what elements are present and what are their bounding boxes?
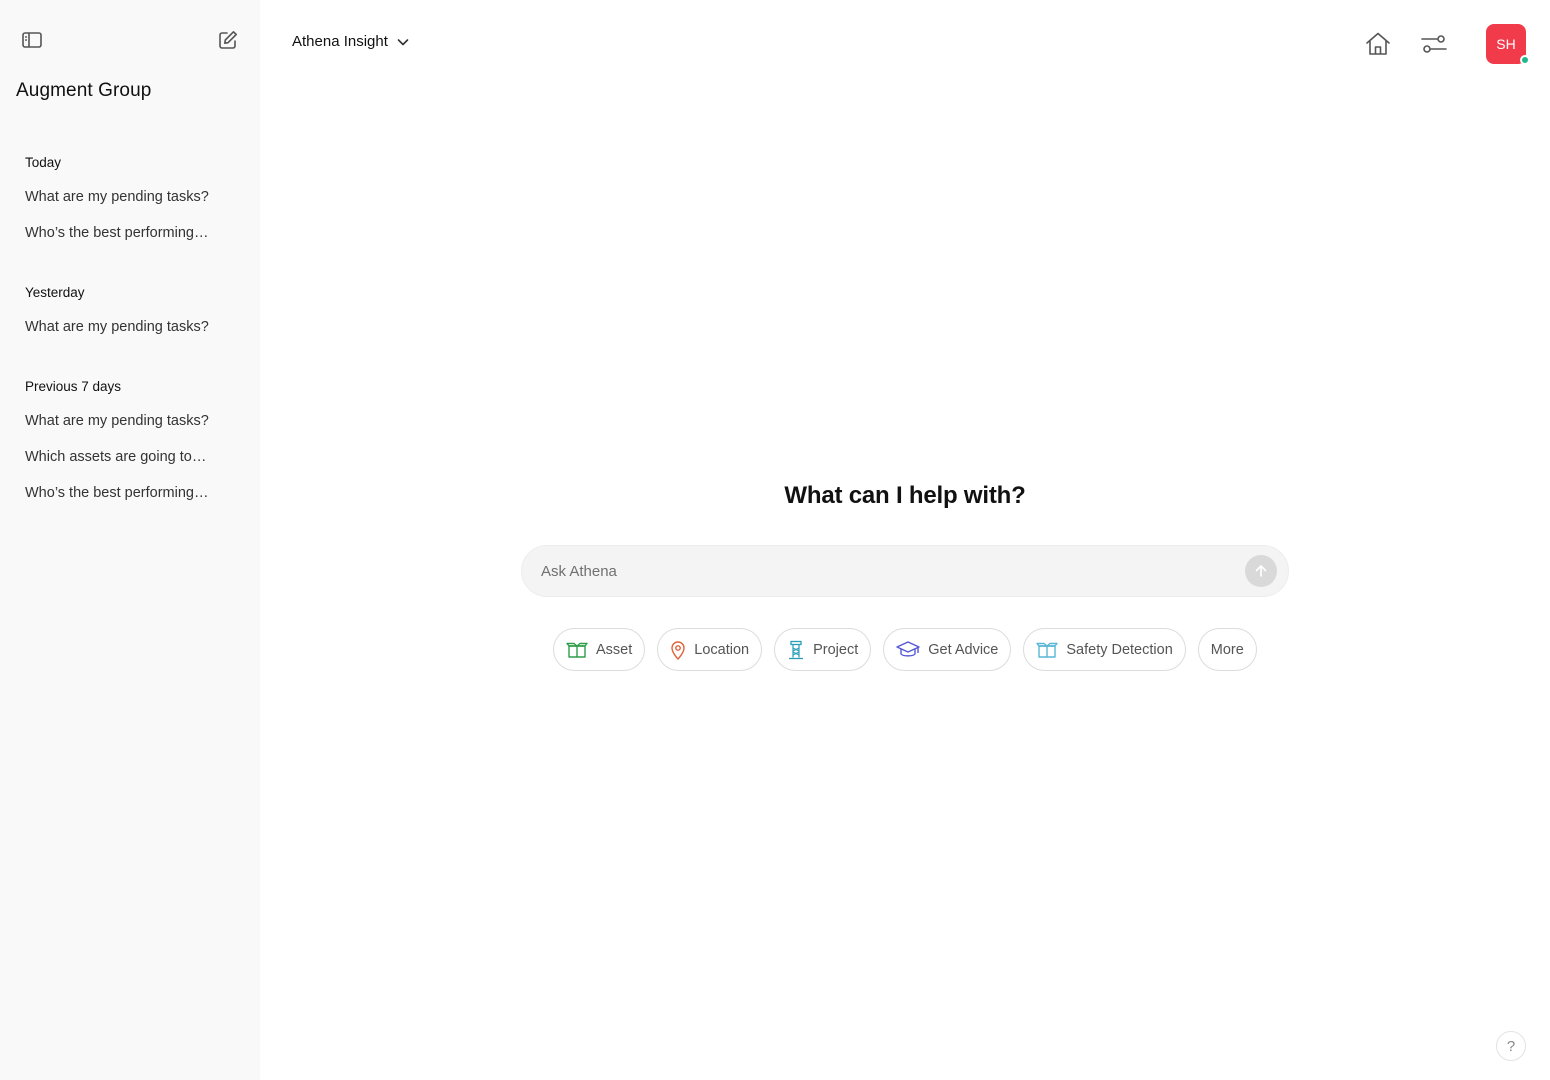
chip-asset[interactable]: Asset [553,628,646,671]
chip-get-advice[interactable]: Get Advice [883,628,1012,671]
help-button[interactable]: ? [1496,1031,1526,1061]
org-name: Augment Group [16,80,152,101]
chip-label: Location [694,641,750,658]
location-pin-icon [671,640,685,660]
new-chat-button[interactable] [216,28,240,52]
history-group-today: Today What are my pending tasks? Who’s t… [25,153,245,251]
history-item[interactable]: What are my pending tasks? [25,179,245,215]
sliders-icon [1421,35,1447,53]
suggestion-chips: Asset Location Project Get Advice Safety… [553,628,1257,671]
graduation-cap-icon [896,640,920,657]
history-group-title: Previous 7 days [25,379,122,394]
help-question-icon: ? [1506,1037,1516,1055]
chip-label: Asset [596,641,633,658]
history-item[interactable]: Who’s the best performing… [25,215,245,251]
chip-more[interactable]: More [1197,628,1257,671]
top-header: Athena Insight SH [260,0,1550,88]
history-group-title: Today [25,155,62,170]
sidebar: Augment Group Today What are my pending … [0,0,260,1080]
user-avatar[interactable]: SH [1486,24,1530,65]
edit-pencil-icon [219,31,237,49]
history-group-previous-7-days: Previous 7 days What are my pending task… [25,377,245,511]
chip-label: Safety Detection [1066,641,1173,658]
home-button[interactable] [1364,30,1392,58]
safety-box-icon [1036,642,1059,658]
asset-box-icon [566,642,588,658]
chip-label: Project [813,641,859,658]
chip-label: More [1210,641,1244,658]
settings-button[interactable] [1420,30,1448,58]
online-status-dot [1520,55,1530,65]
send-button[interactable] [1245,555,1277,587]
history-group-yesterday: Yesterday What are my pending tasks? [25,283,245,345]
model-selector[interactable]: Athena Insight [292,33,410,50]
page-title: What can I help with? [784,482,1026,509]
chip-label: Get Advice [928,641,999,658]
sidebar-panel-icon [22,32,42,48]
prompt-box [521,545,1289,597]
arrow-up-icon [1255,565,1267,577]
ask-input[interactable] [541,546,1241,596]
chip-project[interactable]: Project [774,628,872,671]
history-item[interactable]: Who’s the best performing… [25,475,245,511]
chip-location[interactable]: Location [657,628,763,671]
history-item[interactable]: Which assets are going to… [25,439,245,475]
project-tower-icon [789,640,804,659]
chip-safety-detection[interactable]: Safety Detection [1023,628,1186,671]
model-name: Athena Insight [292,33,388,50]
chevron-down-icon [397,38,409,45]
home-icon [1366,32,1390,55]
avatar-initials: SH [1496,36,1516,52]
history-group-title: Yesterday [25,285,85,300]
history-item[interactable]: What are my pending tasks? [25,403,245,439]
sidebar-toggle-button[interactable] [20,29,44,51]
history-item[interactable]: What are my pending tasks? [25,309,245,345]
